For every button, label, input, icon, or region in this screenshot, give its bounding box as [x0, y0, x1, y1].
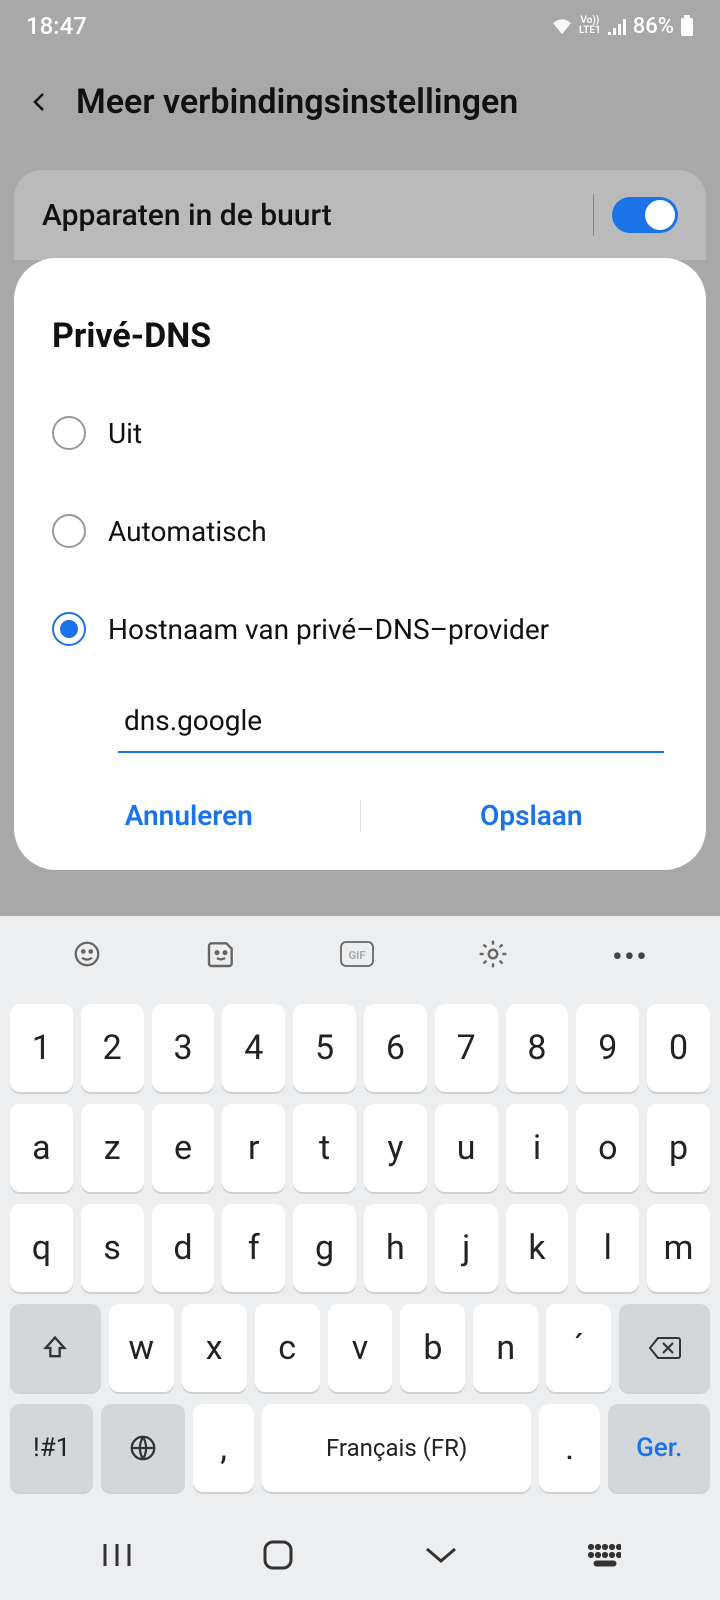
- recents-icon[interactable]: [99, 1540, 135, 1570]
- keyboard-row-2: a z e r t y u i o p: [10, 1104, 710, 1192]
- cancel-button[interactable]: Annuleren: [18, 789, 360, 842]
- key-backspace[interactable]: [619, 1304, 710, 1392]
- keyboard-row-5: !#1 , Français (FR) . Ger.: [10, 1404, 710, 1492]
- key-m[interactable]: m: [647, 1204, 710, 1292]
- key-period[interactable]: .: [539, 1404, 601, 1492]
- radio-label: Uit: [108, 417, 142, 450]
- key-p[interactable]: p: [647, 1104, 710, 1192]
- key-language[interactable]: [101, 1404, 184, 1492]
- key-t[interactable]: t: [293, 1104, 356, 1192]
- key-h[interactable]: h: [364, 1204, 427, 1292]
- chevron-down-icon[interactable]: [421, 1541, 461, 1569]
- signal-icon: [607, 17, 627, 35]
- key-c[interactable]: c: [255, 1304, 320, 1392]
- battery-icon: [680, 15, 694, 37]
- emoji-icon[interactable]: [72, 939, 102, 973]
- keyboard-toolbar: GIF •••: [0, 916, 720, 996]
- key-8[interactable]: 8: [506, 1004, 569, 1092]
- key-6[interactable]: 6: [364, 1004, 427, 1092]
- key-0[interactable]: 0: [647, 1004, 710, 1092]
- more-icon[interactable]: •••: [612, 940, 648, 973]
- key-s[interactable]: s: [81, 1204, 144, 1292]
- radio-icon: [52, 612, 86, 646]
- key-enter[interactable]: Ger.: [608, 1404, 710, 1492]
- key-w[interactable]: w: [109, 1304, 174, 1392]
- key-l[interactable]: l: [576, 1204, 639, 1292]
- key-q[interactable]: q: [10, 1204, 73, 1292]
- key-j[interactable]: j: [435, 1204, 498, 1292]
- soft-keyboard: GIF ••• 1 2 3 4 5 6 7 8 9 0 a z e r: [0, 916, 720, 1600]
- sticker-icon[interactable]: [205, 938, 237, 974]
- navigation-bar: [0, 1510, 720, 1600]
- key-k[interactable]: k: [506, 1204, 569, 1292]
- key-1[interactable]: 1: [10, 1004, 73, 1092]
- key-x[interactable]: x: [182, 1304, 247, 1392]
- key-v[interactable]: v: [328, 1304, 393, 1392]
- key-y[interactable]: y: [364, 1104, 427, 1192]
- status-time: 18:47: [26, 12, 87, 40]
- volte-indicator: Vo)) LTE1: [579, 16, 601, 36]
- key-3[interactable]: 3: [152, 1004, 215, 1092]
- key-4[interactable]: 4: [222, 1004, 285, 1092]
- status-bar: 18:47 Vo)) LTE1 86%: [0, 0, 720, 52]
- toggle-nearby-devices[interactable]: [612, 197, 678, 233]
- setting-nearby-devices[interactable]: Apparaten in de buurt: [14, 170, 706, 260]
- setting-label: Apparaten in de buurt: [42, 198, 332, 233]
- key-2[interactable]: 2: [81, 1004, 144, 1092]
- save-button[interactable]: Opslaan: [361, 789, 703, 842]
- dialog-title: Privé-DNS: [18, 316, 702, 384]
- keyboard-row-4: w x c v b n ´: [10, 1304, 710, 1392]
- radio-icon: [52, 514, 86, 548]
- radio-label: Hostnaam van privé–DNS–provider: [108, 613, 549, 646]
- key-9[interactable]: 9: [576, 1004, 639, 1092]
- key-i[interactable]: i: [506, 1104, 569, 1192]
- key-d[interactable]: d: [152, 1204, 215, 1292]
- key-space[interactable]: Français (FR): [262, 1404, 530, 1492]
- key-e[interactable]: e: [152, 1104, 215, 1192]
- back-icon[interactable]: [28, 90, 52, 114]
- radio-option-off[interactable]: Uit: [18, 384, 702, 482]
- gif-icon[interactable]: GIF: [340, 941, 374, 971]
- key-b[interactable]: b: [400, 1304, 465, 1392]
- battery-percent: 86%: [633, 14, 674, 39]
- key-comma[interactable]: ,: [193, 1404, 255, 1492]
- key-u[interactable]: u: [435, 1104, 498, 1192]
- key-5[interactable]: 5: [293, 1004, 356, 1092]
- key-accent[interactable]: ´: [546, 1304, 611, 1392]
- gear-icon[interactable]: [477, 938, 509, 974]
- page-title: Meer verbindingsinstellingen: [76, 82, 518, 122]
- dns-hostname-input[interactable]: [118, 696, 664, 753]
- key-7[interactable]: 7: [435, 1004, 498, 1092]
- key-n[interactable]: n: [473, 1304, 538, 1392]
- keyboard-switch-icon[interactable]: [587, 1543, 621, 1567]
- key-a[interactable]: a: [10, 1104, 73, 1192]
- key-symbols[interactable]: !#1: [10, 1404, 93, 1492]
- status-right: Vo)) LTE1 86%: [551, 14, 694, 39]
- wifi-icon: [551, 17, 573, 35]
- radio-option-automatic[interactable]: Automatisch: [18, 482, 702, 580]
- radio-option-hostname[interactable]: Hostnaam van privé–DNS–provider: [18, 580, 702, 678]
- radio-icon: [52, 416, 86, 450]
- key-shift[interactable]: [10, 1304, 101, 1392]
- divider: [593, 194, 594, 236]
- key-f[interactable]: f: [222, 1204, 285, 1292]
- key-o[interactable]: o: [576, 1104, 639, 1192]
- key-z[interactable]: z: [81, 1104, 144, 1192]
- key-r[interactable]: r: [222, 1104, 285, 1192]
- private-dns-dialog: Privé-DNS Uit Automatisch Hostnaam van p…: [14, 258, 706, 870]
- home-icon[interactable]: [261, 1538, 295, 1572]
- keyboard-row-3: q s d f g h j k l m: [10, 1204, 710, 1292]
- key-g[interactable]: g: [293, 1204, 356, 1292]
- keyboard-row-numbers: 1 2 3 4 5 6 7 8 9 0: [10, 1004, 710, 1092]
- svg-text:GIF: GIF: [349, 949, 366, 962]
- page-header: Meer verbindingsinstellingen: [0, 52, 720, 152]
- radio-label: Automatisch: [108, 515, 267, 548]
